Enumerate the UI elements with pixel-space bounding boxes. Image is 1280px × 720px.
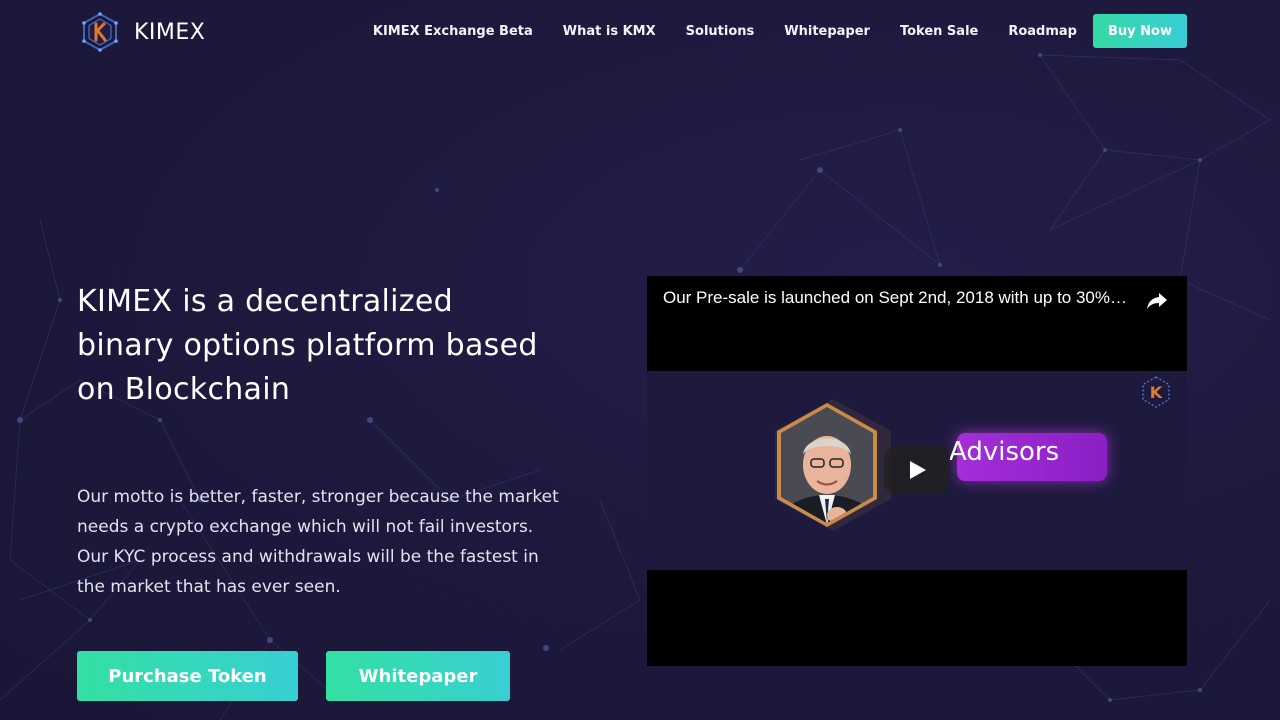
purchase-token-button[interactable]: Purchase Token <box>77 651 298 701</box>
video-letterbox-bottom <box>647 570 1187 666</box>
nav-link-exchange-beta[interactable]: KIMEX Exchange Beta <box>373 24 533 39</box>
kimex-logo-icon <box>82 12 118 52</box>
site-header: KIMEX KIMEX Exchange Beta What is KMX So… <box>0 0 1280 62</box>
play-button[interactable] <box>884 446 950 494</box>
hero-title-line: binary options platform based <box>77 328 538 363</box>
video-player[interactable]: Our Pre-sale is launched on Sept 2nd, 20… <box>647 276 1187 666</box>
brand-logo[interactable]: KIMEX <box>80 12 205 52</box>
brand-name: KIMEX <box>134 19 206 45</box>
hero-description: Our motto is better, faster, stronger be… <box>77 482 637 602</box>
whitepaper-button[interactable]: Whitepaper <box>326 651 510 701</box>
video-thumbnail[interactable]: K Advisors <box>647 371 1187 570</box>
advisors-label: Advisors <box>949 437 1060 467</box>
hero-description-line: the market that has ever seen. <box>77 577 341 597</box>
video-title[interactable]: Our Pre-sale is launched on Sept 2nd, 20… <box>663 288 1143 308</box>
advisor-photo <box>775 399 891 531</box>
hero-title-line: KIMEX is a decentralized <box>77 284 453 319</box>
hero-description-line: Our KYC process and withdrawals will be … <box>77 547 539 567</box>
buy-now-button[interactable]: Buy Now <box>1093 14 1187 48</box>
nav-link-whitepaper[interactable]: Whitepaper <box>784 24 870 39</box>
nav-link-what-is-kmx[interactable]: What is KMX <box>563 24 656 39</box>
hero-title-line: on Blockchain <box>77 372 291 407</box>
hero-title: KIMEX is a decentralized binary options … <box>77 280 617 412</box>
hero-description-line: needs a crypto exchange which will not f… <box>77 517 534 537</box>
thumbnail-logo-letter: K <box>1150 383 1163 402</box>
page: KIMEX KIMEX Exchange Beta What is KMX So… <box>0 0 1280 720</box>
nav-link-solutions[interactable]: Solutions <box>686 24 755 39</box>
main-nav: KIMEX Exchange Beta What is KMX Solution… <box>373 14 1187 48</box>
share-icon[interactable] <box>1145 288 1169 312</box>
thumbnail-logo-icon: K <box>1142 376 1170 408</box>
video-title-bar: Our Pre-sale is launched on Sept 2nd, 20… <box>647 276 1187 371</box>
nav-link-token-sale[interactable]: Token Sale <box>900 24 978 39</box>
nav-link-roadmap[interactable]: Roadmap <box>1008 24 1077 39</box>
play-icon <box>910 461 926 479</box>
hero-description-line: Our motto is better, faster, stronger be… <box>77 487 559 507</box>
